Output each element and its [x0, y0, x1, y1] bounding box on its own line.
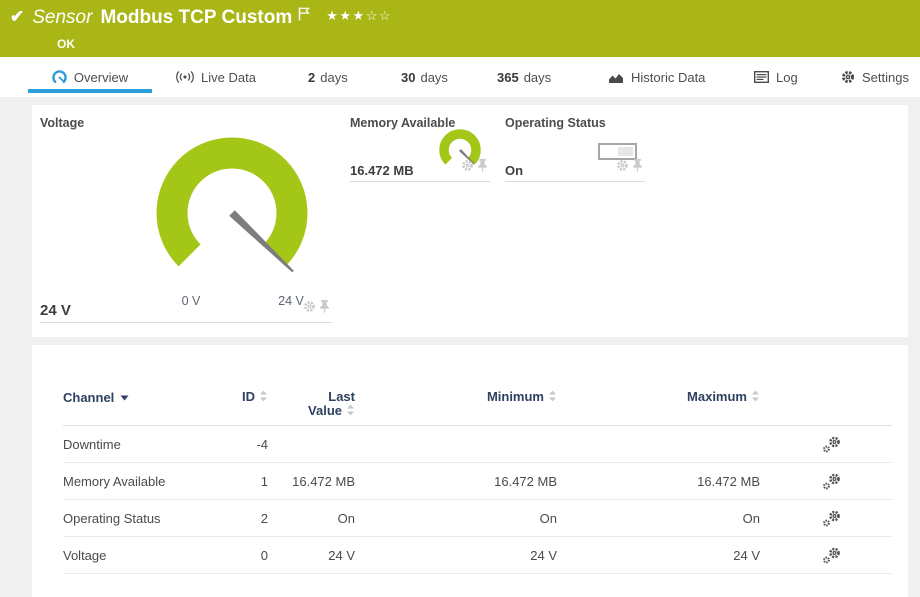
channel-table: Channel ID Last Value Minimum Maximum [32, 345, 908, 574]
gauge-scale-min: 0 V [175, 294, 207, 308]
channel-maximum: On [557, 511, 760, 526]
tab-number: 365 [497, 70, 519, 85]
gauge-value: On [505, 163, 523, 178]
flag-icon[interactable] [298, 7, 310, 21]
area-chart-icon [608, 71, 624, 84]
tab-label: Settings [862, 70, 909, 85]
sensor-title-row: ✔ Sensor Modbus TCP Custom ★★★☆☆ [10, 6, 392, 30]
column-header-channel[interactable]: Channel [63, 390, 188, 405]
channel-name: Voltage [63, 548, 188, 563]
tab-365-days[interactable]: 365 days [497, 57, 551, 97]
table-row-downtime: Downtime -4 [63, 426, 892, 463]
tab-bar: Overview Live Data 2 days 30 days [0, 57, 920, 97]
channel-maximum: 24 V [557, 548, 760, 563]
gauge-operating-status[interactable]: Operating Status On [505, 115, 645, 182]
gauge-tools [616, 159, 643, 177]
channel-last-value: On [268, 511, 355, 526]
channel-name: Operating Status [63, 511, 188, 526]
sensor-title: Modbus TCP Custom [100, 6, 292, 30]
tab-label: Live Data [201, 70, 256, 85]
channel-settings-icon[interactable] [822, 547, 842, 564]
channel-name: Memory Available [63, 474, 188, 489]
active-tab-underline [28, 89, 152, 93]
gear-icon [841, 70, 855, 84]
switch-knob [618, 147, 633, 156]
tab-label: days [420, 70, 447, 85]
channel-settings-icon[interactable] [822, 510, 842, 527]
tab-live-data[interactable]: Live Data [176, 57, 256, 97]
status-switch[interactable] [598, 143, 637, 160]
channel-settings-icon[interactable] [822, 473, 842, 490]
column-header-last-value[interactable]: Last Value [268, 390, 355, 419]
tab-label: days [524, 70, 551, 85]
channel-table-panel: Channel ID Last Value Minimum Maximum [32, 345, 908, 597]
channel-name: Downtime [63, 437, 188, 452]
channel-minimum: 24 V [355, 548, 557, 563]
channel-table-header: Channel ID Last Value Minimum Maximum [63, 345, 892, 426]
tab-2-days[interactable]: 2 days [308, 57, 348, 97]
gauge-title: Operating Status [505, 116, 606, 130]
gear-icon[interactable] [461, 159, 474, 177]
gear-icon[interactable] [616, 159, 629, 177]
channel-id: 1 [188, 474, 268, 489]
gauge-tools [461, 159, 488, 177]
prtg-sensor-page: ✔ Sensor Modbus TCP Custom ★★★☆☆ OK Over… [0, 0, 920, 597]
column-header-id[interactable]: ID [188, 390, 268, 405]
sensor-type-label: Sensor [32, 6, 92, 30]
channel-minimum: 16.472 MB [355, 474, 557, 489]
voltage-gauge-dial [147, 135, 323, 287]
table-row-voltage: Voltage 0 24 V 24 V 24 V [63, 537, 892, 574]
pin-icon[interactable] [319, 300, 330, 318]
stars-empty: ☆☆ [366, 8, 392, 23]
tab-settings[interactable]: Settings [841, 57, 909, 97]
channel-id: 0 [188, 548, 268, 563]
sort-icon [548, 390, 557, 405]
sort-icon [346, 404, 355, 419]
channel-id: 2 [188, 511, 268, 526]
channel-settings-icon[interactable] [822, 436, 842, 453]
gauges-panel: Voltage 0 V 24 V 24 V [32, 105, 908, 337]
gauge-title: Voltage [40, 116, 84, 130]
log-icon [754, 71, 769, 83]
tab-number: 30 [401, 70, 415, 85]
tab-overview[interactable]: Overview [28, 57, 152, 97]
sort-caret-icon [120, 389, 129, 404]
stars-filled: ★★★ [326, 8, 365, 23]
column-header-maximum[interactable]: Maximum [557, 390, 760, 405]
gauge-value: 24 V [40, 302, 71, 319]
sensor-status-text: OK [57, 37, 75, 51]
gear-icon[interactable] [303, 300, 316, 318]
sort-icon [751, 390, 760, 405]
live-icon [176, 70, 194, 84]
gauge-value: 16.472 MB [350, 163, 414, 178]
channel-maximum: 16.472 MB [557, 474, 760, 489]
gauge-icon [52, 70, 67, 85]
channel-id: -4 [188, 437, 268, 452]
sensor-header-bar: ✔ Sensor Modbus TCP Custom ★★★☆☆ OK [0, 0, 920, 57]
tab-label: days [320, 70, 347, 85]
status-check-icon: ✔ [10, 6, 24, 28]
channel-minimum: On [355, 511, 557, 526]
tab-label: Historic Data [631, 70, 705, 85]
tab-historic-data[interactable]: Historic Data [608, 57, 705, 97]
tab-label: Log [776, 70, 798, 85]
pin-icon[interactable] [632, 159, 643, 177]
column-header-minimum[interactable]: Minimum [355, 390, 557, 405]
gauge-memory-available[interactable]: Memory Available 16.472 MB [350, 115, 490, 182]
table-row-memory-available: Memory Available 1 16.472 MB 16.472 MB 1… [63, 463, 892, 500]
gauge-tools [303, 300, 330, 318]
gauge-voltage[interactable]: Voltage 0 V 24 V 24 V [40, 115, 332, 323]
channel-last-value: 24 V [268, 548, 355, 563]
pin-icon[interactable] [477, 159, 488, 177]
tab-number: 2 [308, 70, 315, 85]
tab-log[interactable]: Log [754, 57, 798, 97]
sort-icon [259, 390, 268, 405]
tab-30-days[interactable]: 30 days [401, 57, 448, 97]
table-row-operating-status: Operating Status 2 On On On [63, 500, 892, 537]
channel-last-value: 16.472 MB [268, 474, 355, 489]
tab-label: Overview [74, 70, 128, 85]
priority-stars[interactable]: ★★★☆☆ [326, 8, 392, 24]
